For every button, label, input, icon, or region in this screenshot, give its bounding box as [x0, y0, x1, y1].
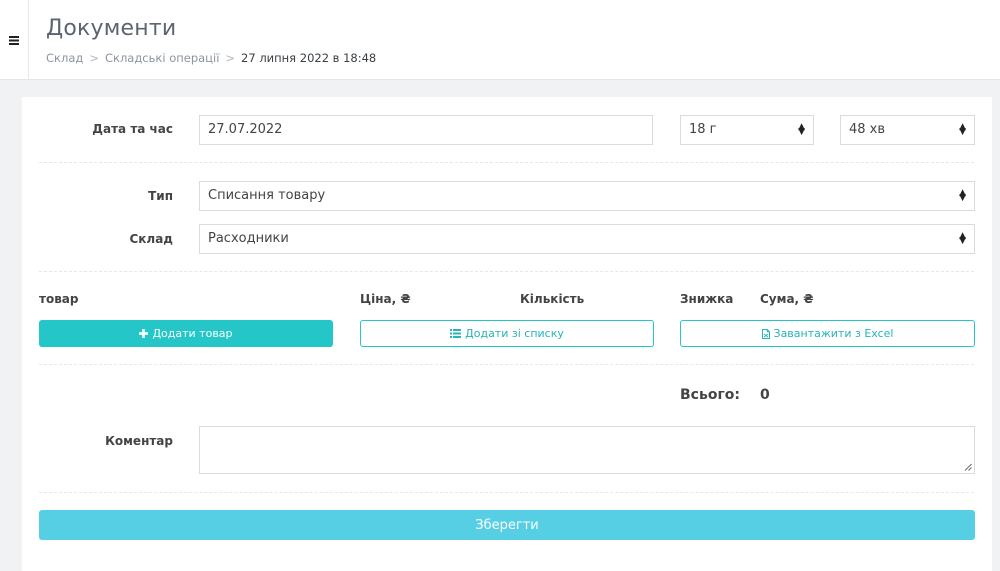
add-product-label: Додати товар — [152, 327, 233, 340]
column-header-discount: Знижка — [680, 292, 734, 306]
add-product-button[interactable]: Додати товар — [39, 320, 333, 347]
date-value: 27.07.2022 — [208, 122, 283, 137]
comment-label: Коментар — [105, 434, 173, 448]
select-arrows-icon: ▲ ▼ — [798, 122, 805, 137]
comment-textarea[interactable] — [199, 426, 975, 474]
date-input[interactable]: 27.07.2022 — [199, 115, 653, 145]
minute-select[interactable]: 48 хв ▲ ▼ — [840, 115, 975, 145]
column-header-quantity: Кількість — [520, 292, 585, 306]
select-arrows-icon: ▲ ▼ — [959, 231, 966, 246]
list-icon — [450, 329, 462, 338]
divider — [39, 492, 974, 493]
datetime-label: Дата та час — [92, 122, 173, 136]
add-from-list-button[interactable]: Додати зі списку — [360, 320, 654, 347]
warehouse-label: Склад — [129, 232, 173, 246]
type-value: Списання товару — [208, 188, 326, 203]
breadcrumb-current: 27 липня 2022 в 18:48 — [241, 51, 377, 65]
divider — [39, 271, 974, 272]
plus-icon — [139, 329, 149, 338]
save-label: Зберегти — [475, 517, 539, 533]
add-from-list-label: Додати зі списку — [465, 327, 564, 340]
column-header-sum: Сума, ₴ — [760, 292, 814, 306]
warehouse-value: Расходники — [208, 231, 289, 246]
warehouse-select[interactable]: Расходники ▲ ▼ — [199, 224, 975, 254]
divider — [39, 364, 974, 365]
breadcrumb-link-warehouse-operations[interactable]: Складські операції — [105, 51, 219, 65]
breadcrumb-link-warehouse[interactable]: Склад — [46, 51, 83, 65]
column-header-price: Ціна, ₴ — [360, 292, 411, 306]
top-bar: Документи Склад > Складські операції >27 ли… — [0, 0, 1000, 80]
minute-value: 48 хв — [849, 122, 886, 137]
breadcrumb: Склад > Складські операції >27 липня 2022 в… — [46, 51, 376, 65]
select-arrows-icon: ▲ ▼ — [959, 188, 966, 203]
type-select[interactable]: Списання товару ▲ ▼ — [199, 181, 975, 211]
column-header-product: товар — [39, 292, 79, 306]
import-excel-button[interactable]: Завантажити з Excel — [680, 320, 975, 347]
breadcrumb-separator: > — [89, 51, 99, 65]
menu-icon — [9, 35, 19, 45]
select-arrows-icon: ▲ ▼ — [959, 122, 966, 137]
resize-grip-icon[interactable] — [964, 463, 972, 471]
hour-value: 18 г — [689, 122, 717, 137]
menu-toggle-button[interactable] — [0, 0, 29, 80]
type-label: Тип — [148, 189, 173, 203]
total-value: 0 — [760, 387, 770, 403]
total-label: Всього: — [680, 387, 740, 403]
document-form-card: Дата та час 27.07.2022 18 г ▲ ▼ 48 хв ▲ ▼ … — [22, 97, 992, 571]
import-excel-label: Завантажити з Excel — [773, 327, 894, 340]
file-icon — [761, 328, 770, 339]
breadcrumb-separator: > — [225, 51, 236, 65]
divider — [39, 162, 974, 163]
page-title: Документи — [46, 16, 177, 41]
save-button[interactable]: Зберегти — [39, 510, 975, 540]
hour-select[interactable]: 18 г ▲ ▼ — [680, 115, 814, 145]
